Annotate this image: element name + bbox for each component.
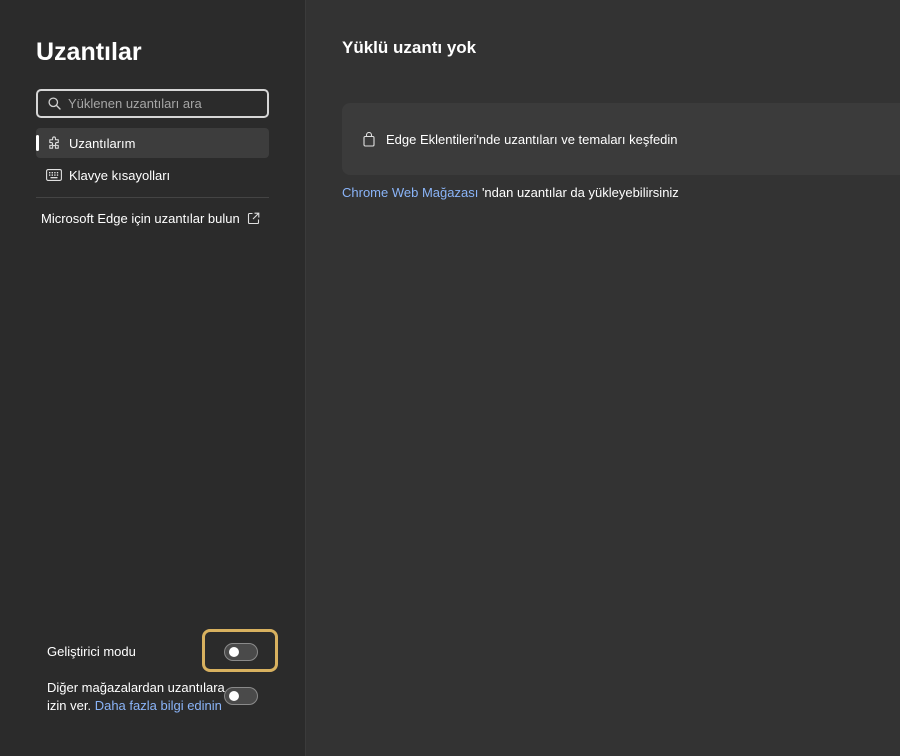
shopping-bag-icon (362, 131, 376, 147)
active-indicator (36, 135, 39, 151)
search-icon (47, 97, 61, 111)
find-extensions-link[interactable]: Microsoft Edge için uzantılar bulun (41, 211, 260, 226)
sidebar-item-keyboard-shortcuts[interactable]: Klavye kısayolları (36, 160, 269, 190)
main-content: Yüklü uzantı yok Edge Eklentileri'nde uz… (306, 0, 900, 756)
developer-mode-toggle[interactable] (224, 643, 258, 661)
toggle-knob (229, 691, 239, 701)
edge-addons-card[interactable]: Edge Eklentileri'nde uzantıları ve temal… (342, 103, 900, 175)
puzzle-icon (46, 135, 62, 151)
search-input[interactable] (68, 93, 267, 114)
sidebar-title: Uzantılar (36, 38, 142, 66)
chrome-store-text: 'ndan uzantılar da yükleyebilirsiniz (478, 185, 679, 200)
external-link-icon (247, 212, 260, 225)
main-title: Yüklü uzantı yok (342, 38, 477, 57)
extensions-page: Uzantılar Uzantılarım (0, 0, 900, 756)
other-stores-label: Diğer mağazalardan uzantılara izin ver. … (47, 679, 225, 715)
chrome-store-line: Chrome Web Mağazası 'ndan uzantılar da y… (342, 185, 679, 200)
toggle-knob (229, 647, 239, 657)
developer-mode-label: Geliştirici modu (47, 644, 136, 659)
learn-more-link[interactable]: Daha fazla bilgi edinin (95, 698, 222, 713)
sidebar-item-label: Uzantılarım (69, 135, 136, 151)
chrome-web-store-link[interactable]: Chrome Web Mağazası (342, 185, 478, 200)
other-stores-toggle[interactable] (224, 687, 258, 705)
edge-addons-text: Edge Eklentileri'nde uzantıları ve temal… (386, 131, 678, 147)
other-stores-label-line2: izin ver. (47, 698, 92, 713)
keyboard-icon (46, 167, 62, 183)
find-extensions-label: Microsoft Edge için uzantılar bulun (41, 211, 240, 226)
other-stores-label-line1: Diğer mağazalardan uzantılara (47, 680, 225, 695)
search-box[interactable] (36, 89, 269, 118)
sidebar-item-my-extensions[interactable]: Uzantılarım (36, 128, 269, 158)
sidebar-item-label: Klavye kısayolları (69, 167, 171, 183)
divider (36, 197, 269, 198)
sidebar: Uzantılar Uzantılarım (0, 0, 306, 756)
